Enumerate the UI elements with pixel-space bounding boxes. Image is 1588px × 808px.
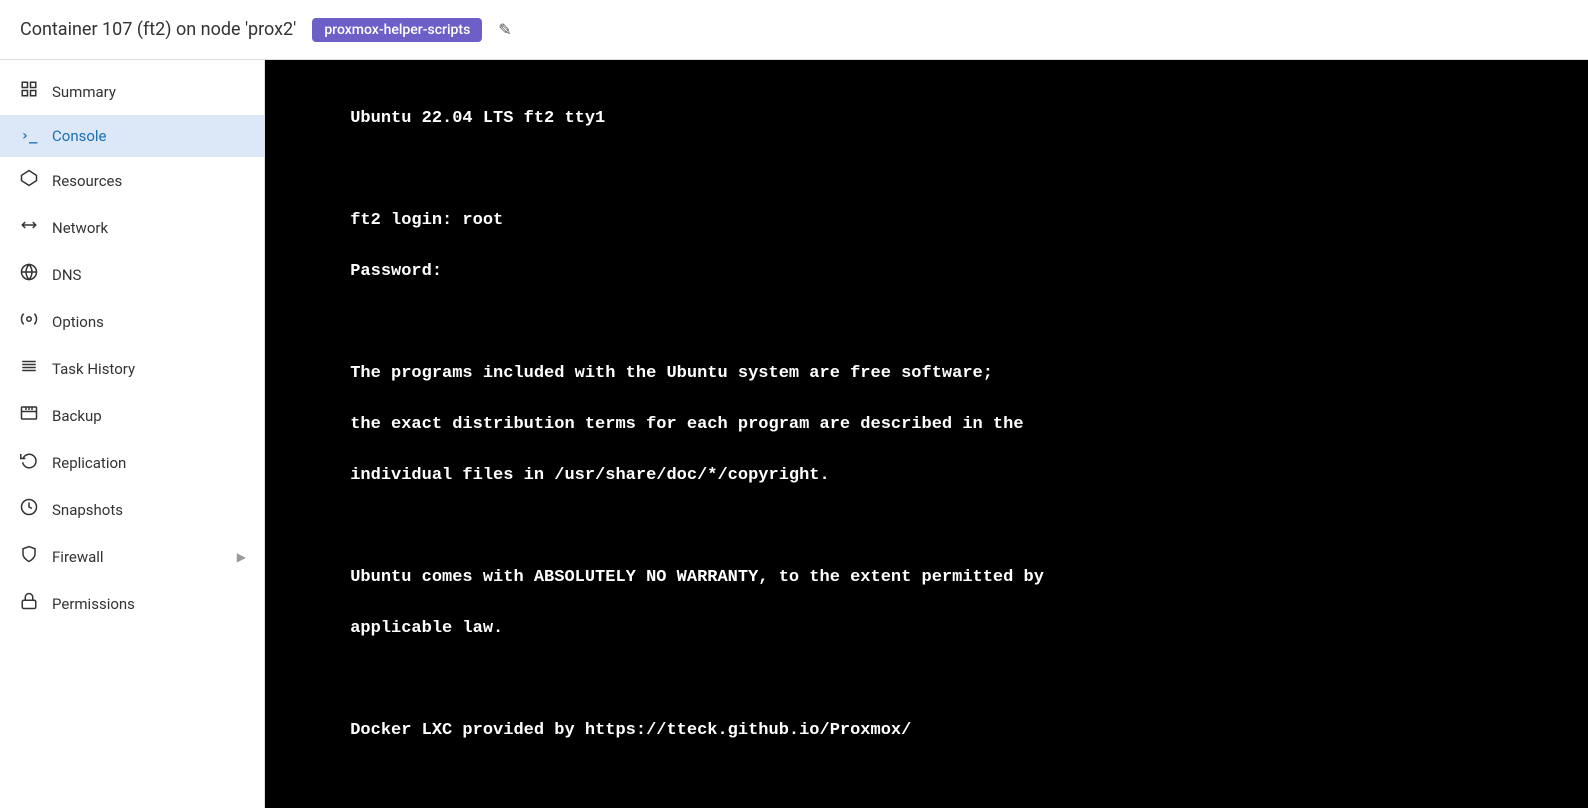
sidebar-label-snapshots: Snapshots — [52, 501, 123, 519]
sidebar-label-firewall: Firewall — [52, 548, 104, 566]
sidebar-label-options: Options — [52, 313, 104, 331]
sidebar-label-permissions: Permissions — [52, 595, 135, 613]
options-icon — [18, 310, 40, 333]
sidebar-item-task-history[interactable]: Task History — [0, 345, 264, 392]
page-title: Container 107 (ft2) on node 'prox2' — [20, 19, 296, 40]
sidebar-label-console: Console — [52, 127, 107, 145]
sidebar-item-network[interactable]: Network — [0, 204, 264, 251]
sidebar-label-resources: Resources — [52, 172, 122, 190]
sidebar-item-firewall[interactable]: Firewall ▶ — [0, 533, 264, 580]
resources-icon — [18, 169, 40, 192]
sidebar-item-summary[interactable]: Summary — [0, 68, 264, 115]
firewall-icon — [18, 545, 40, 568]
tag-badge[interactable]: proxmox-helper-scripts — [312, 18, 482, 42]
sidebar-item-dns[interactable]: DNS — [0, 251, 264, 298]
sidebar-item-console[interactable]: ›_ Console — [0, 115, 264, 157]
sidebar-item-backup[interactable]: Backup — [0, 392, 264, 439]
console-area[interactable]: Ubuntu 22.04 LTS ft2 tty1 ft2 login: roo… — [265, 60, 1588, 808]
snapshots-icon — [18, 498, 40, 521]
sidebar-item-permissions[interactable]: Permissions — [0, 580, 264, 627]
sidebar-label-backup: Backup — [52, 407, 102, 425]
sidebar-item-resources[interactable]: Resources — [0, 157, 264, 204]
sidebar-label-task-history: Task History — [52, 360, 135, 378]
backup-icon — [18, 404, 40, 427]
sidebar-item-snapshots[interactable]: Snapshots — [0, 486, 264, 533]
firewall-chevron: ▶ — [237, 550, 246, 564]
sidebar-item-options[interactable]: Options — [0, 298, 264, 345]
sidebar-label-network: Network — [52, 219, 108, 237]
sidebar-label-dns: DNS — [52, 266, 81, 284]
sidebar-item-replication[interactable]: Replication — [0, 439, 264, 486]
task-history-icon — [18, 357, 40, 380]
sidebar: Summary ›_ Console Resources Network DNS — [0, 60, 265, 808]
dns-icon — [18, 263, 40, 286]
console-icon: ›_ — [18, 128, 40, 144]
summary-icon — [18, 80, 40, 103]
header: Container 107 (ft2) on node 'prox2' prox… — [0, 0, 1588, 60]
main-layout: Summary ›_ Console Resources Network DNS — [0, 60, 1588, 808]
replication-icon — [18, 451, 40, 474]
network-icon — [18, 216, 40, 239]
permissions-icon — [18, 592, 40, 615]
sidebar-label-summary: Summary — [52, 83, 116, 101]
sidebar-label-replication: Replication — [52, 454, 126, 472]
edit-icon[interactable]: ✎ — [498, 20, 511, 39]
console-output: Ubuntu 22.04 LTS ft2 tty1 ft2 login: roo… — [265, 60, 1588, 808]
